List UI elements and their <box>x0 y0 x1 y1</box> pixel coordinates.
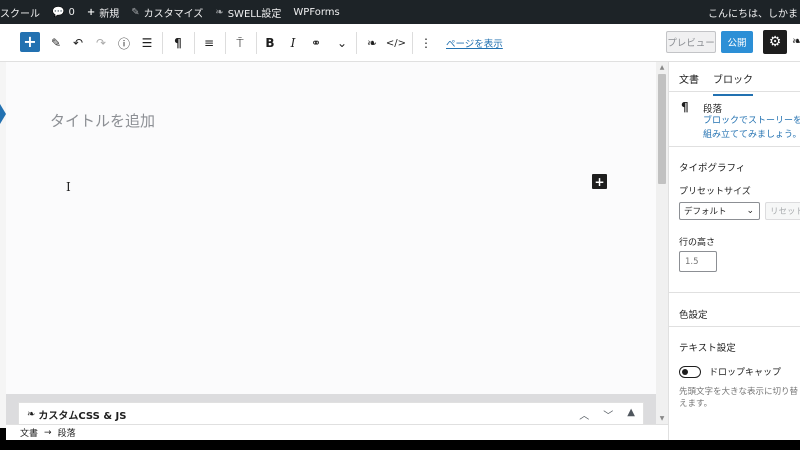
text-style-icon[interactable]: ⍑ <box>228 31 252 55</box>
admin-bar-customize[interactable]: ✎ カスタマイズ <box>131 5 203 20</box>
block-name: 段落 <box>703 104 723 115</box>
add-block-button[interactable]: + <box>20 32 40 52</box>
line-height-input[interactable]: 1.5 <box>679 251 717 272</box>
breadcrumb: 文書 → 段落 <box>6 424 668 440</box>
customize-label: カスタマイズ <box>143 8 204 20</box>
admin-bar-site[interactable]: スクール <box>0 5 40 20</box>
scroll-down-icon[interactable]: ▼ <box>656 415 668 422</box>
publish-button[interactable]: 公開 <box>721 31 753 53</box>
toolbar-divider <box>356 32 357 54</box>
redo-icon[interactable]: ↷ <box>89 31 113 55</box>
metabox-controls: ︿ ﹀ ▲ <box>579 407 635 422</box>
gear-icon: ⚙ <box>768 34 782 50</box>
toolbar-divider <box>256 32 257 54</box>
typography-heading[interactable]: タイポグラフィ <box>679 160 745 174</box>
plus-icon: + <box>86 6 96 18</box>
greeting-text: こんにちは、しかま <box>708 8 798 20</box>
toolbar-divider <box>225 32 226 54</box>
site-name: スクール <box>0 8 40 20</box>
text-settings-heading[interactable]: テキスト設定 <box>679 340 736 354</box>
metabox-title: カスタムCSS & JS <box>38 410 127 422</box>
swell-menu-icon[interactable]: ❧ <box>792 34 800 48</box>
italic-icon[interactable]: I <box>281 31 305 55</box>
drop-cap-toggle[interactable] <box>679 366 701 378</box>
editor-canvas[interactable]: タイトルを追加 I + <box>6 62 656 394</box>
paragraph-icon[interactable]: ¶ <box>166 31 190 55</box>
edit-mode-icon[interactable]: ✎ <box>44 31 68 55</box>
toolbar-divider <box>162 32 163 54</box>
view-page-link[interactable]: ページを表示 <box>446 36 503 50</box>
sidebar-divider <box>669 326 800 327</box>
comments-count: 0 <box>68 6 75 18</box>
sidebar-divider <box>669 292 800 293</box>
toolbar-divider <box>194 32 195 54</box>
sidebar-tabs: 文書 ブロック <box>669 62 800 96</box>
settings-sidebar: 文書 ブロック ¶ 段落 ブロックでストーリーを組み立ててみましょう。 タイポグ… <box>668 62 800 440</box>
sidebar-divider <box>669 146 800 147</box>
block-description: ブロックでストーリーを組み立ててみましょう。 <box>703 116 800 140</box>
more-options-icon[interactable]: ⋮ <box>414 31 438 55</box>
drop-cap-help: 先頭文字を大きな表示に切り替えます。 <box>679 387 799 409</box>
preview-button[interactable]: プレビュー <box>666 31 716 53</box>
tab-document[interactable]: 文書 <box>679 71 699 86</box>
breadcrumb-current[interactable]: 段落 <box>58 426 76 439</box>
toggle-panel-icon[interactable]: ▲ <box>627 407 635 422</box>
scroll-up-icon[interactable]: ▲ <box>656 64 668 71</box>
color-settings-heading[interactable]: 色設定 <box>679 307 708 321</box>
tab-block[interactable]: ブロック <box>713 71 753 96</box>
admin-bar: スクール 💬 0 + 新規 ✎ カスタマイズ ❧ SWELL設定 WPForms… <box>0 0 800 24</box>
info-icon[interactable]: ⓘ <box>112 31 136 55</box>
preset-size-label: プリセットサイズ <box>679 187 751 197</box>
link-icon[interactable]: ⚭ <box>304 31 328 55</box>
move-up-icon[interactable]: ︿ <box>579 407 589 422</box>
swell-block-icon[interactable]: ❧ <box>360 31 384 55</box>
breadcrumb-arrow: → <box>44 427 52 438</box>
preset-size-select[interactable]: デフォルト ⌄ <box>679 202 760 220</box>
wpforms-label: WPForms <box>293 6 340 18</box>
breadcrumb-document[interactable]: 文書 <box>20 426 38 439</box>
new-label: 新規 <box>99 8 120 20</box>
editor-toolbar: + ✎ ↶ ↷ ⓘ ☰ ¶ ≡ ⍑ B I ⚭ ⌄ ❧ </> ⋮ ページを表示… <box>0 24 800 62</box>
align-icon[interactable]: ≡ <box>197 31 221 55</box>
reset-button[interactable]: リセット <box>765 202 800 220</box>
chevron-down-icon[interactable]: ⌄ <box>330 31 354 55</box>
code-icon[interactable]: </> <box>384 31 408 55</box>
inline-add-block-button[interactable]: + <box>592 174 607 189</box>
move-down-icon[interactable]: ﹀ <box>603 407 613 422</box>
swell-label: SWELL設定 <box>227 8 282 20</box>
comment-icon: 💬 <box>52 6 65 18</box>
brush-icon: ✎ <box>131 6 140 18</box>
admin-bar-new[interactable]: + 新規 <box>87 5 119 20</box>
swell-icon: ❧ <box>27 408 36 420</box>
paragraph-icon: ¶ <box>681 100 689 114</box>
custom-css-js-metabox[interactable]: ❧ カスタムCSS & JS ︿ ﹀ ▲ <box>18 402 644 426</box>
editor-scrollbar[interactable]: ▲ ▼ <box>656 62 668 424</box>
undo-icon[interactable]: ↶ <box>66 31 90 55</box>
chevron-down-icon: ⌄ <box>746 206 754 216</box>
swell-icon: ❧ <box>215 6 224 18</box>
admin-bar-comments[interactable]: 💬 0 <box>52 7 75 18</box>
bold-icon[interactable]: B <box>258 31 282 55</box>
drop-cap-label: ドロップキャップ <box>709 368 782 378</box>
scrollbar-thumb[interactable] <box>658 74 666 184</box>
preset-size-value: デフォルト <box>684 207 727 217</box>
outline-icon[interactable]: ☰ <box>135 31 159 55</box>
bottom-edge <box>0 440 800 450</box>
settings-button[interactable]: ⚙ <box>763 30 787 54</box>
admin-bar-account[interactable]: こんにちは、しかま <box>708 0 800 24</box>
admin-bar-wpforms[interactable]: WPForms <box>293 7 339 18</box>
post-title-input[interactable]: タイトルを追加 <box>50 110 155 131</box>
text-cursor-icon: I <box>66 180 71 194</box>
admin-bar-swell[interactable]: ❧ SWELL設定 <box>215 5 281 20</box>
toolbar-divider <box>412 32 413 54</box>
line-height-label: 行の高さ <box>679 238 716 248</box>
